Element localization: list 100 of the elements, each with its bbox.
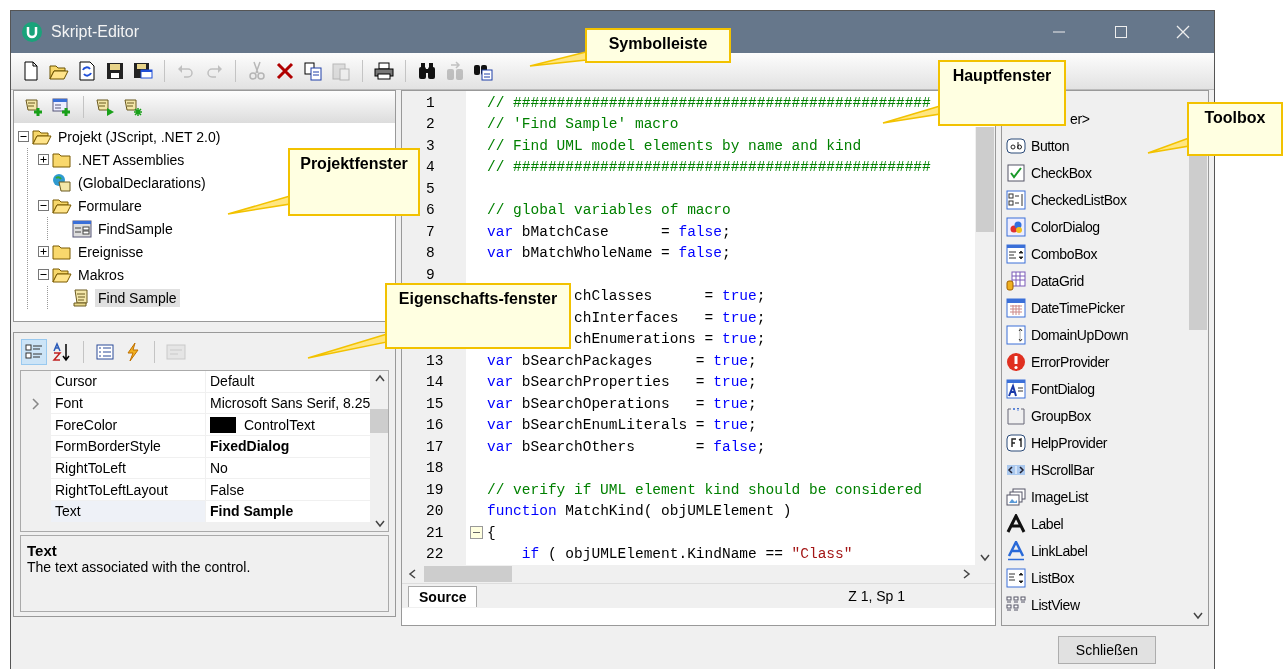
letter-a-icon	[1006, 513, 1026, 534]
chevron-down-icon[interactable]	[980, 554, 990, 562]
property-name[interactable]: ForeColor	[51, 414, 205, 437]
line-number: 5	[426, 180, 435, 197]
code-line: // 'Find Sample' macro	[487, 116, 679, 133]
form-icon	[72, 218, 92, 239]
scrollbar-thumb[interactable]	[976, 127, 994, 232]
line-number: 7	[426, 223, 435, 240]
chevron-right-icon[interactable]	[963, 569, 971, 579]
collapse-icon[interactable]	[38, 269, 49, 280]
chevron-left-icon[interactable]	[408, 569, 416, 579]
toolbox-item[interactable]: DataGrid	[1031, 272, 1084, 289]
close-dialog-button[interactable]: Schließen	[1058, 636, 1156, 664]
callout-pointer	[529, 51, 587, 67]
line-number: 19	[426, 481, 444, 498]
maximize-icon[interactable]	[1114, 25, 1128, 39]
code-line: var bSearchOthers = false;	[487, 438, 766, 455]
property-value[interactable]: False	[205, 479, 371, 502]
tree-item[interactable]: Makros	[75, 265, 127, 284]
tree-item[interactable]: Ereignisse	[75, 242, 147, 261]
tree-item[interactable]: Find Sample	[95, 288, 180, 307]
checkbox-icon	[1006, 162, 1026, 183]
printer-icon[interactable]	[372, 59, 396, 83]
toolbox-item[interactable]: ComboBox	[1031, 245, 1098, 262]
toolbox-item[interactable]: HelpProvider	[1031, 434, 1108, 451]
tree-item[interactable]: .NET Assemblies	[75, 150, 188, 169]
toolbox-item[interactable]: ListBox	[1031, 569, 1075, 586]
chevron-down-icon[interactable]	[375, 520, 386, 528]
color-palette-icon	[1006, 216, 1026, 237]
property-name[interactable]: Text	[51, 501, 205, 523]
property-name[interactable]: RightToLeftLayout	[51, 479, 205, 502]
collapse-icon[interactable]	[18, 131, 29, 142]
code-line: var bMatchWholeName = false;	[487, 245, 731, 262]
collapse-icon[interactable]	[38, 200, 49, 211]
toolbox-item[interactable]: DateTimePicker	[1031, 299, 1125, 316]
line-number: 16	[426, 417, 444, 434]
property-name[interactable]: RightToLeft	[51, 457, 205, 480]
copy-icon[interactable]	[301, 59, 325, 83]
close-icon[interactable]	[1176, 25, 1190, 39]
property-value[interactable]: Default	[205, 371, 371, 393]
exclamation-icon	[1006, 351, 1026, 372]
vertical-scrollbar[interactable]	[370, 371, 388, 531]
line-number: 13	[426, 352, 444, 369]
code-line: var bSearchEnumLiterals = true;	[487, 417, 757, 434]
toolbox-item[interactable]: FontDialog	[1031, 380, 1095, 397]
expand-icon[interactable]	[38, 246, 49, 257]
source-tab[interactable]: Source	[408, 585, 478, 607]
toolbox-item[interactable]: HScrollBar	[1031, 461, 1094, 478]
chevron-down-icon[interactable]	[1193, 612, 1203, 620]
scrollbar-thumb[interactable]	[424, 566, 512, 582]
code-line: chEnumerations = true;	[573, 331, 766, 348]
scrollbar-thumb[interactable]	[370, 409, 388, 433]
property-value[interactable]: No	[205, 457, 371, 480]
property-name[interactable]: FormBorderStyle	[51, 436, 205, 458]
globe-scroll-icon	[52, 172, 72, 193]
tree-item[interactable]: Projekt (JScript, .NET 2.0)	[55, 127, 224, 146]
toolbox-item[interactable]: LinkLabel	[1031, 542, 1088, 559]
toolbox-item[interactable]: ListView	[1031, 596, 1080, 613]
property-name[interactable]: Cursor	[51, 371, 205, 393]
cursor-position: Z 1, Sp 1	[848, 588, 905, 604]
underlined-a-icon	[1006, 540, 1026, 561]
line-number: 4	[426, 159, 435, 176]
property-value[interactable]: FixedDialog	[205, 436, 371, 458]
property-value[interactable]: Find Sample	[205, 501, 371, 523]
property-value[interactable]: ControlText	[205, 414, 371, 437]
line-number: 15	[426, 395, 444, 412]
group-frame-icon	[1006, 405, 1026, 426]
toolbox-item[interactable]: ImageList	[1031, 488, 1089, 505]
line-number: 18	[426, 460, 444, 477]
expand-icon[interactable]	[38, 154, 49, 165]
property-name[interactable]: Font	[51, 392, 205, 415]
code-line: // global variables of macro	[487, 202, 731, 219]
toolbox-item[interactable]: CheckBox	[1031, 164, 1092, 181]
toolbox-item[interactable]: Label	[1031, 515, 1064, 532]
tree-item[interactable]: Formulare	[75, 196, 145, 215]
callout-pointer	[882, 105, 941, 124]
line-number: 6	[426, 202, 435, 219]
line-number: 8	[426, 245, 435, 262]
tree-item[interactable]: (GlobalDeclarations)	[75, 173, 209, 192]
code-line: // verify if UML element kind should be considered	[487, 481, 923, 498]
property-value[interactable]: Microsoft Sans Serif, 8.25	[205, 392, 371, 415]
toolbox-item[interactable]: ErrorProvider	[1031, 353, 1110, 370]
toolbox-item[interactable]: Button	[1031, 137, 1070, 154]
toolbox-item[interactable]: GroupBox	[1031, 407, 1091, 424]
description-text: The text associated with the control.	[27, 559, 252, 575]
toolbox-item[interactable]: er>	[1070, 110, 1090, 127]
tree-item[interactable]: FindSample	[95, 219, 176, 238]
toolbox-item[interactable]: DomainUpDown	[1031, 326, 1129, 343]
line-number: 21	[426, 524, 444, 541]
callout: Projektfenster	[288, 148, 420, 216]
code-line: // Find UML model elements by name and kind	[487, 137, 862, 154]
chevron-up-icon[interactable]	[375, 374, 386, 382]
horizontal-scrollbar[interactable]	[402, 565, 995, 583]
combo-box-icon	[1006, 243, 1026, 264]
line-number: 14	[426, 374, 444, 391]
vertical-scrollbar[interactable]	[975, 127, 995, 565]
toolbox-item[interactable]: CheckedListBox	[1031, 191, 1127, 208]
toolbox-item[interactable]: ColorDialog	[1031, 218, 1100, 235]
code-line: if ( objUMLElement.KindName == "Class"	[520, 546, 853, 563]
line-number: 22	[426, 546, 444, 563]
